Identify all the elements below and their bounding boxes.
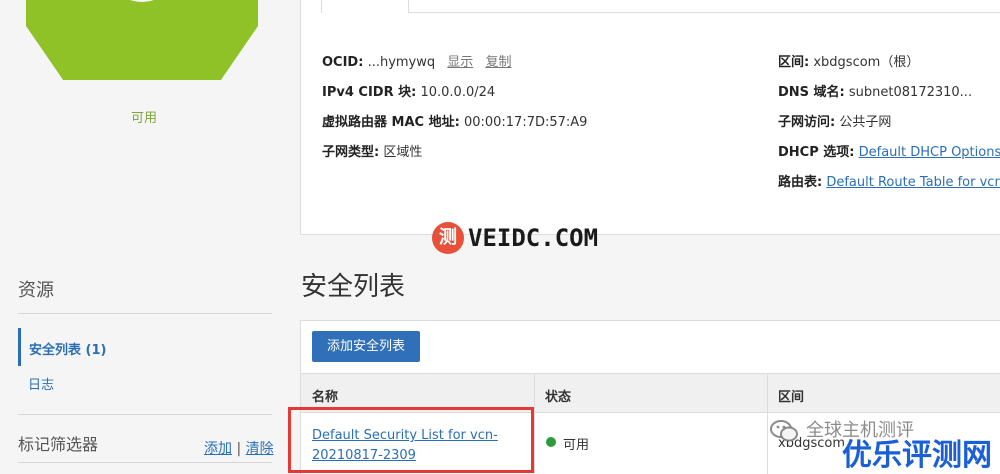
tag-filter-divider (18, 462, 272, 463)
veidc-logo-icon: 测 (432, 222, 464, 254)
ocid-label: OCID: (322, 55, 364, 70)
sidebar-divider (18, 414, 272, 415)
dhcp-options-label: DHCP 选项: (778, 145, 855, 160)
tag-filter-links: 添加 | 清除 (204, 438, 274, 458)
subnet-state-label: 可用 (131, 111, 158, 126)
security-lists-title: 安全列表 (301, 272, 406, 302)
ocid-copy-link[interactable]: 复制 (485, 55, 511, 70)
subnet-type-value: 区域性 (383, 145, 423, 160)
column-separator (767, 373, 768, 474)
subnet-status-hexagon (26, 0, 258, 80)
dhcp-options-field: DHCP 选项: Default DHCP Options (778, 141, 1000, 160)
security-list-status: 可用 (563, 438, 590, 453)
route-table-link[interactable]: Default Route Table for vcn (826, 175, 1000, 190)
column-header-status: 状态 (545, 390, 572, 405)
router-mac-field: 虚拟路由器 MAC 地址: 00:00:17:7D:57:A9 (322, 111, 587, 130)
site-watermark: 优乐评测网 (842, 438, 992, 473)
ipv4-cidr-value: 10.0.0.0/24 (420, 85, 496, 100)
subnet-access-value: 公共子网 (839, 115, 892, 130)
router-mac-value: 00:00:17:7D:57:A9 (463, 115, 588, 130)
column-separator (534, 373, 535, 474)
tag-add-link[interactable]: 添加 (204, 441, 232, 457)
ocid-field: OCID: ...hymywq 显示 复制 (322, 51, 511, 70)
resources-divider (18, 313, 272, 314)
compartment-field: 区间: xbdgscom（根） (778, 51, 919, 70)
highlight-annotation-box (288, 407, 534, 473)
ipv4-cidr-field: IPv4 CIDR 块: 10.0.0.0/24 (322, 81, 495, 100)
tag-filter-title: 标记筛选器 (18, 435, 99, 454)
wechat-icon (770, 420, 798, 442)
tab-underline (409, 12, 1000, 13)
router-mac-label: 虚拟路由器 MAC 地址: (322, 115, 460, 130)
compartment-value: xbdgscom（根） (813, 55, 920, 70)
resources-title: 资源 (18, 280, 54, 301)
subnet-access-field: 子网访问: 公共子网 (778, 111, 891, 130)
route-table-field: 路由表: Default Route Table for vcn (778, 171, 1000, 190)
ocid-show-link[interactable]: 显示 (447, 55, 473, 70)
ocid-value: ...hymywq (367, 55, 436, 70)
route-table-label: 路由表: (778, 175, 823, 190)
subnet-access-label: 子网访问: (778, 115, 836, 130)
dns-domain-label: DNS 域名: (778, 85, 845, 100)
hexagon-shape (26, 0, 258, 80)
subnet-type-label: 子网类型: (322, 145, 380, 160)
dns-domain-value: subnet08172310... (848, 85, 973, 100)
compartment-label: 区间: (778, 55, 810, 70)
veidc-watermark-text: VEIDC.COM (468, 224, 599, 252)
column-header-compartment: 区间 (778, 390, 805, 405)
ipv4-cidr-label: IPv4 CIDR 块: (322, 85, 417, 100)
tag-clear-link[interactable]: 清除 (246, 441, 274, 457)
tab-subnet-info[interactable] (321, 0, 409, 13)
subnet-type-field: 子网类型: 区域性 (322, 141, 422, 160)
sidebar-item-security-lists[interactable]: 安全列表 (1) (18, 328, 272, 366)
add-security-list-button[interactable]: 添加安全列表 (312, 331, 420, 362)
tag-link-separator: | (236, 441, 242, 457)
sidebar-item-logs[interactable]: 日志 (28, 374, 54, 393)
dhcp-options-link[interactable]: Default DHCP Options (859, 145, 1000, 160)
status-available-icon (546, 437, 556, 447)
sidebar-item-label: 安全列表 (1) (29, 343, 107, 358)
column-header-name[interactable]: 名称 (312, 386, 338, 405)
dns-domain-field: DNS 域名: subnet08172310... (778, 81, 972, 100)
